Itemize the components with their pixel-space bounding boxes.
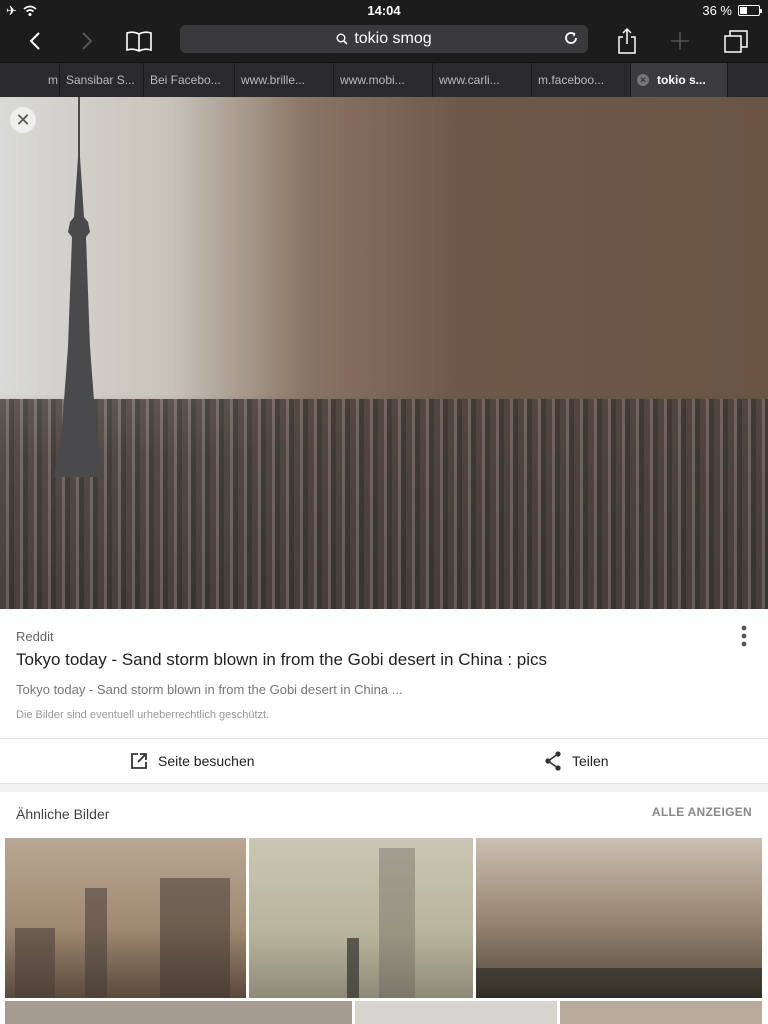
preview-image[interactable] [0,97,768,609]
bookmarks-button[interactable] [119,24,159,58]
plus-icon [671,32,689,50]
reload-icon[interactable] [562,29,580,47]
similar-image-2[interactable] [249,838,473,998]
close-preview-button[interactable]: ✕ [10,107,36,133]
copyright-notice: Die Bilder sind eventuell urheberrechtli… [16,709,270,721]
tab-label: tokio s... [657,73,706,87]
search-icon [336,33,348,45]
section-divider [0,784,768,792]
similar-image-5[interactable] [355,1001,557,1024]
tab-label: m.f [48,73,59,87]
tab-label: Sansibar S... [66,73,135,87]
new-tab-button[interactable] [660,24,700,58]
tab-1[interactable]: Sansibar S... [60,63,144,97]
tab-2[interactable]: Bei Facebo... [144,63,235,97]
similar-images-heading: Ähnliche Bilder [16,806,110,822]
tab-label: www.carli... [439,73,500,87]
visit-page-button[interactable]: Seite besuchen [130,739,255,783]
tab-label: www.mobi... [340,73,405,87]
url-query: tokio smog [354,30,432,47]
back-button[interactable] [15,24,55,58]
book-icon [126,31,152,52]
result-description: Tokyo today - Sand storm blown in from t… [16,682,403,697]
share-button[interactable] [607,24,647,58]
tab-label: www.brille... [241,73,306,87]
similar-image-3[interactable] [476,838,762,998]
chevron-left-icon [29,32,40,50]
similar-image-4[interactable] [5,1001,352,1024]
more-vertical-icon[interactable] [740,624,748,648]
close-icon: ✕ [15,109,31,130]
url-bar[interactable]: tokio smog [180,25,588,53]
tab-bar: m.f Sansibar S... Bei Facebo... www.bril… [0,62,768,97]
tabs-overview-button[interactable] [716,24,756,58]
share-label: Teilen [572,753,609,769]
tab-active[interactable]: ✕ tokio s... [631,63,728,97]
close-tab-icon[interactable]: ✕ [637,74,649,86]
visit-label: Seite besuchen [158,753,255,769]
share-icon [618,28,636,54]
tab-5[interactable]: www.carli... [433,63,532,97]
status-time: 14:04 [367,3,401,18]
battery-percent: 36 % [702,3,732,18]
chevron-right-icon [82,32,93,50]
tab-3[interactable]: www.brille... [235,63,334,97]
forward-button[interactable] [67,24,107,58]
tab-0[interactable]: m.f [0,63,60,97]
result-source: Reddit [16,629,54,644]
tab-4[interactable]: www.mobi... [334,63,433,97]
share-nodes-icon [545,751,561,771]
result-title[interactable]: Tokyo today - Sand storm blown in from t… [16,650,547,670]
tab-label: m.faceboo... [538,73,605,87]
external-link-icon [131,753,147,769]
city-skyline [0,399,768,609]
share-result-button[interactable]: Teilen [544,739,609,783]
tab-6[interactable]: m.faceboo... [532,63,631,97]
browser-toolbar: tokio smog [0,22,768,62]
similar-image-6[interactable] [560,1001,762,1024]
tower-silhouette [54,97,104,477]
show-all-link[interactable]: ALLE ANZEIGEN [652,805,752,819]
tab-label: Bei Facebo... [150,73,221,87]
tabs-icon [724,30,748,53]
result-actions: Seite besuchen Teilen [0,738,768,784]
similar-image-1[interactable] [5,838,246,998]
status-bar: ✈ 14:04 36 % [0,0,768,22]
battery-icon [738,5,762,16]
